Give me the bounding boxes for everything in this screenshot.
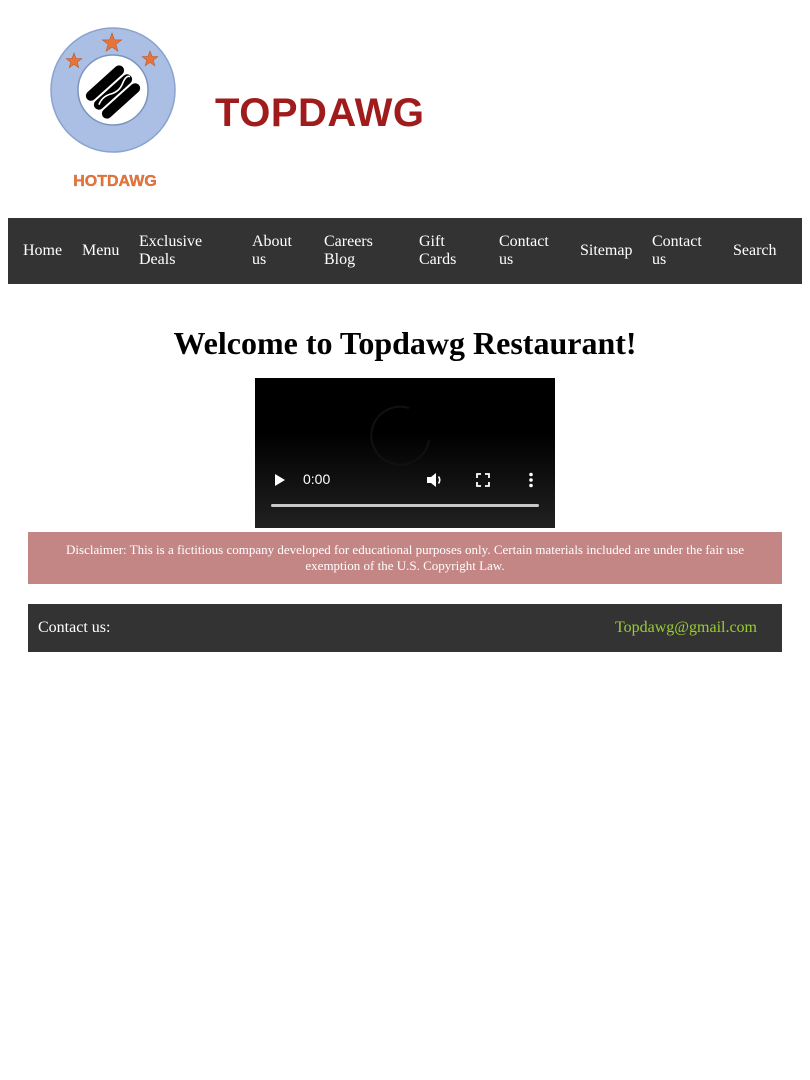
site-title: TOPDAWG [215, 91, 425, 135]
video-player[interactable]: 0:00 [255, 378, 555, 528]
loading-spinner-icon [370, 405, 430, 466]
nav-label-line: us [652, 251, 667, 268]
nav-label-line: us [499, 251, 514, 268]
nav-label-line: Deals [139, 251, 176, 268]
nav-label-line: Cards [419, 251, 457, 268]
nav-label-line: Careers [324, 233, 373, 250]
nav-label-line: Contact [499, 233, 549, 250]
video-progress-bar[interactable] [271, 504, 539, 507]
site-footer: Contact us: Topdawg@gmail.com [28, 604, 782, 652]
nav-careers-blog[interactable]: Careers Blog [324, 233, 373, 269]
play-icon[interactable] [274, 473, 286, 487]
nav-sitemap[interactable]: Sitemap [580, 242, 632, 260]
nav-menu[interactable]: Menu [82, 242, 119, 260]
nav-label-line: About [252, 233, 292, 250]
nav-label-line: us [252, 251, 267, 268]
nav-contact-us-2[interactable]: Contact us [652, 233, 702, 269]
nav-label-line: Gift [419, 233, 445, 250]
page-title: Welcome to Topdawg Restaurant! [173, 325, 637, 361]
site-header: HOTDAWG TOPDAWG [0, 0, 810, 218]
disclaimer-banner: Disclaimer: This is a fictitious company… [28, 532, 782, 584]
more-options-icon[interactable] [527, 472, 535, 488]
nav-gift-cards[interactable]: Gift Cards [419, 233, 456, 269]
volume-icon[interactable] [426, 472, 444, 488]
nav-label-line: Contact [652, 233, 702, 250]
nav-search[interactable]: Search [733, 242, 777, 260]
logo-text: HOTDAWG [73, 173, 157, 190]
footer-contact-label: Contact us: [38, 619, 111, 636]
nav-exclusive-deals[interactable]: Exclusive Deals [139, 233, 202, 269]
nav-label-line: Blog [324, 251, 356, 268]
video-time: 0:00 [303, 471, 331, 487]
footer-email-link[interactable]: Topdawg@gmail.com [615, 619, 757, 637]
nav-about-us[interactable]: About us [252, 233, 292, 269]
nav-label-line: Exclusive [139, 233, 203, 250]
main-nav: Home Menu Exclusive Deals About us Caree… [8, 218, 802, 284]
nav-contact-us[interactable]: Contact us [499, 233, 549, 269]
nav-home[interactable]: Home [23, 242, 62, 260]
fullscreen-icon[interactable] [476, 473, 490, 487]
hotdawg-logo[interactable]: HOTDAWG [45, 20, 185, 196]
